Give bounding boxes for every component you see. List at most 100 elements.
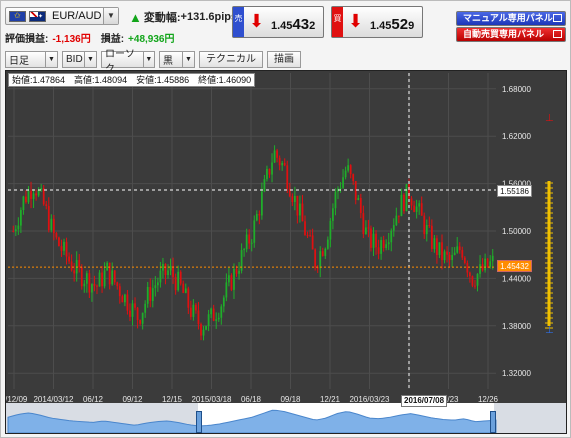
candle-body [486, 258, 489, 267]
candle-body [463, 257, 466, 264]
x-tick-label: 2015/03/18 [191, 395, 232, 404]
candle-body [93, 284, 96, 286]
candle-body [266, 168, 268, 180]
candle-body [347, 165, 350, 171]
crosshair-date-badge: 2016/07/08 [401, 395, 448, 407]
chevron-down-icon: ▼ [45, 52, 57, 67]
auto-panel-button[interactable]: 自動売買専用パネル [456, 27, 566, 42]
close-value: 終値:1.46090 [198, 75, 252, 85]
technical-button[interactable]: テクニカル [199, 51, 263, 68]
candle-body [50, 218, 53, 231]
candle-body [37, 189, 40, 196]
candle-body [456, 246, 459, 253]
candle-body [301, 203, 304, 222]
color-value: 黒 [163, 56, 173, 67]
candle-body [141, 312, 144, 324]
chevron-down-icon[interactable]: ▼ [103, 8, 118, 24]
candle-body [304, 221, 306, 236]
candle-body [451, 254, 454, 261]
currency-pair-select[interactable]: EUR/AUD ▼ [5, 7, 119, 25]
color-select[interactable]: 黒 ▼ [159, 51, 195, 68]
candle-body [154, 285, 157, 289]
pl-value: +48,936円 [128, 34, 175, 45]
candle-body [14, 229, 17, 232]
candle-body [415, 206, 418, 212]
candle-body [403, 194, 405, 212]
buy-button[interactable]: 買 ⬇ 1.45529 [331, 6, 423, 38]
candle-body [342, 177, 344, 188]
candle-body [103, 270, 106, 287]
x-tick-label: 3/12/09 [6, 395, 28, 404]
change-value: +131.6pips [180, 11, 238, 23]
candle-body [70, 261, 73, 271]
candle-body [260, 191, 263, 216]
candle-body [240, 250, 243, 271]
auto-panel-label: 自動売買専用パネル [463, 29, 545, 39]
draw-button[interactable]: 描画 [267, 51, 301, 68]
manual-panel-label: マニュアル専用パネル [463, 13, 553, 23]
candle-body [377, 247, 380, 254]
candle-body [458, 246, 461, 251]
candle-body [441, 242, 443, 261]
period-select[interactable]: 日足 ▼ [5, 51, 58, 68]
chart-type-select[interactable]: ローソク ▼ [101, 49, 155, 75]
candle-body [27, 190, 30, 203]
candle-body [101, 272, 103, 287]
candle-body [293, 195, 296, 202]
manual-panel-button[interactable]: マニュアル専用パネル [456, 11, 566, 26]
candle-body [382, 240, 385, 249]
candle-body [326, 239, 329, 249]
candle-body [220, 306, 223, 318]
au-flag-icon [29, 10, 46, 22]
x-tick-label: 12/21 [320, 395, 341, 404]
side-select[interactable]: BID ▼ [62, 51, 97, 68]
candle-body [65, 241, 68, 257]
x-tick-label: 06/18 [241, 395, 262, 404]
candle-body [461, 250, 464, 258]
navigator-right-handle[interactable] [490, 411, 496, 433]
candle-body [321, 251, 324, 256]
candle-body [329, 220, 332, 240]
candle-body [98, 272, 101, 287]
chart-canvas[interactable]: 1.680001.620001.560001.500001.440001.380… [6, 71, 566, 433]
candle-body [349, 165, 352, 175]
candle-body [354, 181, 357, 201]
candle-body [195, 304, 197, 311]
candle-body [306, 235, 309, 237]
y-tick-label: 1.44000 [502, 274, 531, 283]
candle-body [167, 270, 169, 276]
candle-body [491, 255, 494, 262]
last-price-badge: 1.45432 [497, 260, 532, 272]
candle-body [410, 198, 413, 206]
navigator-left-handle[interactable] [196, 411, 202, 433]
candle-body [466, 263, 469, 273]
candle-body [42, 188, 45, 205]
candle-body [156, 282, 159, 286]
price-chart[interactable]: 1.680001.620001.560001.500001.440001.380… [5, 70, 567, 434]
period-value: 日足 [9, 56, 29, 67]
candle-body [453, 252, 456, 255]
candle-body [174, 277, 177, 291]
sell-button[interactable]: 売 ⬇ 1.45432 [232, 6, 324, 38]
sell-rate: 1.45432 [271, 16, 316, 33]
eu-flag-icon [9, 10, 26, 22]
candle-body [68, 256, 70, 262]
candle-body [446, 251, 448, 255]
candle-body [413, 205, 415, 212]
sell-marker-icon: ⊥ [545, 113, 554, 124]
buy-marker-icon: ⊥ [545, 325, 554, 336]
candle-body [144, 303, 147, 313]
change-label: 変動幅: [143, 12, 181, 24]
candle-body [309, 235, 311, 237]
eval-value: -1,136円 [52, 34, 91, 45]
candle-body [172, 265, 174, 278]
candle-body [367, 227, 370, 229]
chevron-down-icon: ▼ [84, 52, 96, 67]
candle-body [217, 317, 220, 320]
candle-body [479, 264, 481, 274]
candle-body [311, 235, 314, 250]
candle-body [162, 263, 164, 271]
candle-body [129, 310, 131, 317]
chart-toolbar: 日足 ▼ BID ▼ ローソク ▼ 黒 ▼ テクニカル 描画 [5, 49, 301, 75]
y-tick-label: 1.38000 [502, 322, 531, 331]
